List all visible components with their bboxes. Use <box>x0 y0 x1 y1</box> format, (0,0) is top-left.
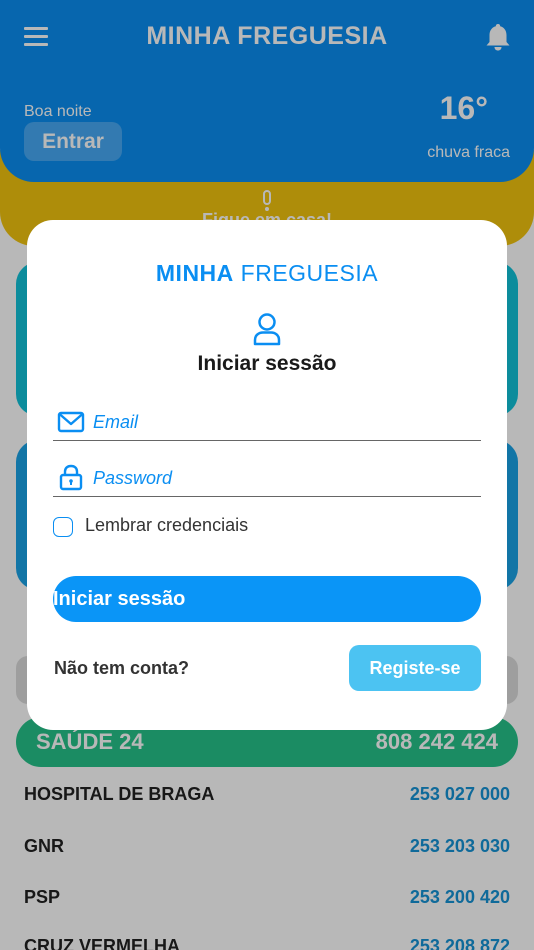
remember-label: Lembrar credenciais <box>85 515 249 535</box>
logo-bold-text: MINHA <box>155 260 234 286</box>
user-icon <box>253 313 281 346</box>
register-button[interactable]: Registe-se <box>349 645 481 691</box>
login-modal: MINHA FREGUESIA Iniciar sessão Lembrar c… <box>27 220 507 730</box>
modal-heading: Iniciar sessão <box>197 352 337 375</box>
login-button[interactable]: Iniciar sessão <box>53 576 481 622</box>
email-input[interactable] <box>93 407 473 437</box>
email-field[interactable] <box>53 405 481 441</box>
password-field[interactable] <box>53 461 481 497</box>
password-input[interactable] <box>93 463 473 493</box>
envelope-icon <box>57 411 85 433</box>
logo-light-text: FREGUESIA <box>240 260 379 286</box>
modal-logo: MINHA FREGUESIA <box>27 260 507 287</box>
lock-icon <box>59 464 83 491</box>
remember-checkbox[interactable] <box>53 517 73 537</box>
no-account-text: Não tem conta? <box>54 658 190 678</box>
